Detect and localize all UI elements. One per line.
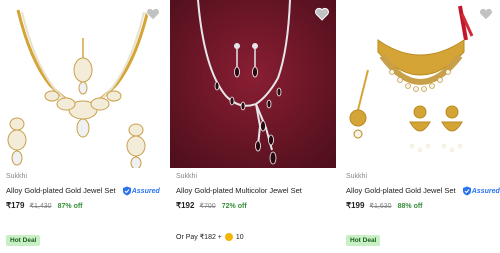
product-image[interactable]	[0, 0, 166, 168]
shield-icon	[122, 186, 131, 196]
product-image[interactable]	[170, 0, 336, 168]
product-mrp: ₹1,430	[29, 203, 52, 210]
product-price: ₹179	[6, 201, 25, 210]
assured-label: Assured	[131, 187, 160, 195]
heart-icon[interactable]	[478, 6, 494, 22]
shield-icon	[462, 186, 471, 196]
product-brand: Sukkhi	[176, 173, 198, 180]
product-price: ₹199	[346, 201, 365, 210]
product-mrp: ₹1,630	[369, 203, 392, 210]
hot-deal-badge: Hot Deal	[346, 235, 381, 246]
product-title-text: Alloy Gold-plated Gold Jewel Set	[6, 186, 116, 195]
jewel-set-image	[170, 0, 336, 168]
jewel-set-image	[340, 0, 500, 168]
pay-prefix: Or Pay ₹182 +	[176, 234, 222, 241]
assured-label: Assured	[471, 187, 500, 195]
heart-icon[interactable]	[145, 6, 161, 22]
heart-icon[interactable]	[314, 6, 330, 22]
hot-deal-badge: Hot Deal	[6, 235, 41, 246]
product-title[interactable]: Alloy Gold-plated Multicolor Jewel Set	[176, 186, 302, 195]
product-brand: Sukkhi	[6, 173, 28, 180]
product-title-text: Alloy Gold-plated Gold Jewel Set	[346, 186, 456, 195]
pay-coins: 10	[235, 234, 244, 241]
product-discount: 87% off	[57, 203, 83, 210]
product-title[interactable]: Alloy Gold-plated Gold Jewel Set Assured	[346, 186, 500, 196]
product-image[interactable]	[340, 0, 500, 168]
price-row: ₹199 ₹1,630 88% off	[346, 201, 423, 210]
price-row: ₹179 ₹1,430 87% off	[6, 201, 83, 210]
product-brand: Sukkhi	[346, 173, 368, 180]
product-card[interactable]: Sukkhi Alloy Gold-plated Multicolor Jewe…	[170, 0, 336, 253]
product-title-text: Alloy Gold-plated Multicolor Jewel Set	[176, 186, 302, 195]
product-mrp: ₹700	[199, 203, 216, 210]
jewel-set-image	[0, 0, 166, 168]
product-card[interactable]: Sukkhi Alloy Gold-plated Gold Jewel Set …	[0, 0, 166, 253]
product-price: ₹192	[176, 201, 195, 210]
product-card[interactable]: Sukkhi Alloy Gold-plated Gold Jewel Set …	[340, 0, 500, 253]
product-discount: 88% off	[397, 203, 423, 210]
pay-with-coins: Or Pay ₹182 + 10	[176, 233, 244, 242]
supercoin-icon	[224, 233, 233, 242]
product-discount: 72% off	[221, 203, 247, 210]
assured-badge: Assured	[462, 186, 500, 196]
assured-badge: Assured	[122, 186, 160, 196]
product-title[interactable]: Alloy Gold-plated Gold Jewel Set Assured	[6, 186, 160, 196]
price-row: ₹192 ₹700 72% off	[176, 201, 247, 210]
